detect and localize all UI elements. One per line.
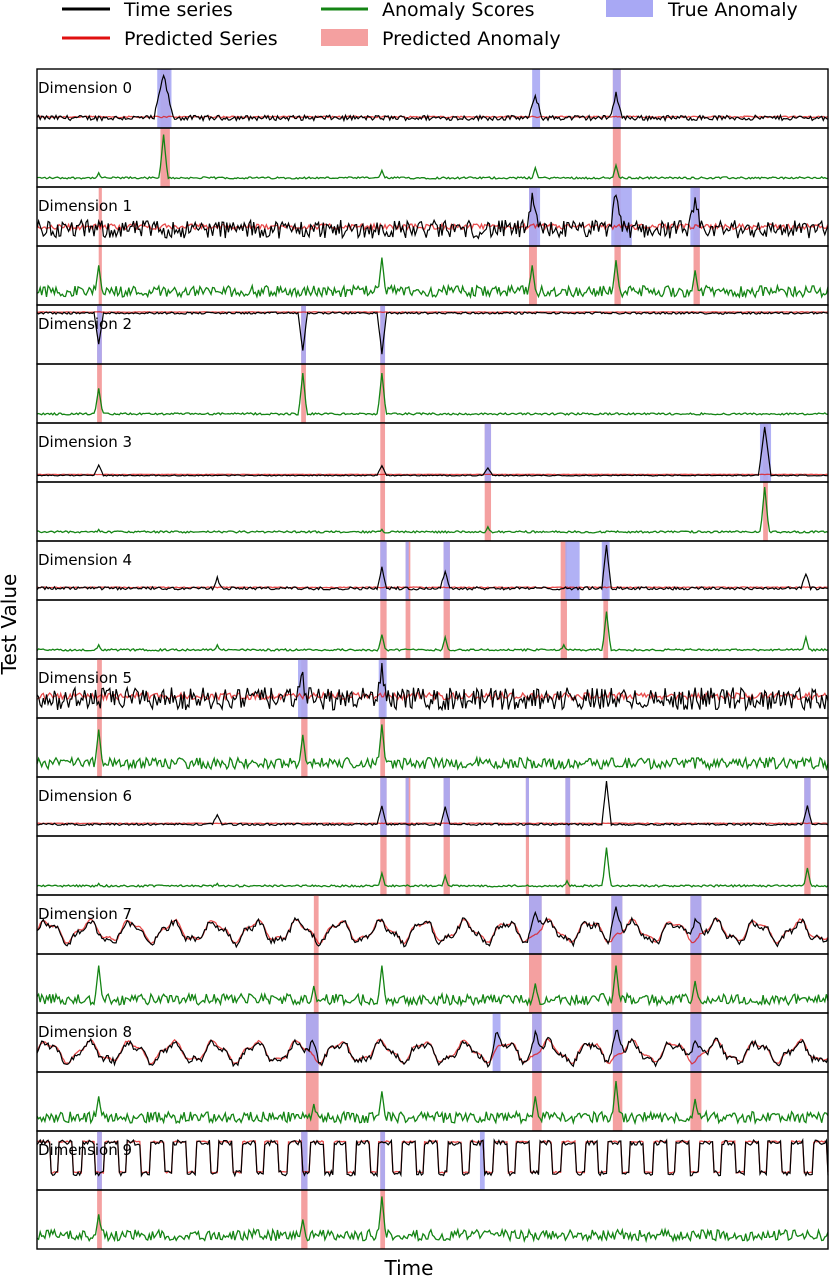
dimension-9-group: Dimension 9 — [36, 1130, 829, 1250]
dim6-anomaly-scores — [36, 847, 829, 888]
dim5-label: Dimension 5 — [38, 669, 132, 687]
dim4-true-anomaly-1 — [405, 541, 409, 600]
dimension-8-group: Dimension 8 — [36, 1012, 829, 1132]
dim6-true-anomaly-4 — [565, 777, 571, 836]
dim9-score-frame — [36, 1189, 829, 1250]
dim5-series-predicted-anomaly-0 — [97, 659, 102, 718]
dim4-score-predicted-anomaly-0 — [380, 600, 387, 659]
dim5-series-frame — [36, 658, 829, 719]
dimension-0-group: Dimension 0 — [36, 68, 829, 188]
dimension-7-group: Dimension 7 — [36, 894, 829, 1014]
dim5-anomaly-scores — [36, 724, 829, 772]
dim3-series-frame — [36, 422, 829, 483]
legend-label-predicted-anomaly: Predicted Anomaly — [382, 28, 561, 50]
dim6-true-anomaly-1 — [405, 777, 409, 836]
dim1-true-anomaly-1 — [611, 187, 632, 246]
dim9-true-anomaly-2 — [380, 1131, 386, 1190]
dim6-time-series — [36, 781, 829, 827]
panels: Dimension 0 Dimension 1 Dimension 2 Dimensi… — [36, 68, 829, 1250]
dim1-label: Dimension 1 — [38, 197, 132, 215]
dimension-2-group: Dimension 2 — [36, 304, 829, 424]
dim5-time-series — [36, 662, 829, 712]
dim2-label: Dimension 2 — [38, 315, 132, 333]
dim8-score-predicted-anomaly-1 — [532, 1072, 542, 1131]
dim8-true-anomaly-0 — [305, 1013, 319, 1072]
dim8-score-frame — [36, 1071, 829, 1132]
dim6-score-predicted-anomaly-0 — [380, 836, 387, 895]
dim0-time-series — [36, 73, 829, 123]
dim2-true-anomaly-0 — [97, 305, 102, 364]
dim2-time-series — [36, 311, 829, 355]
dim9-series-frame — [36, 1130, 829, 1191]
dim1-anomaly-scores — [36, 257, 829, 300]
dim6-true-anomaly-2 — [443, 777, 450, 836]
dim2-anomaly-scores — [36, 373, 829, 416]
dim9-label: Dimension 9 — [38, 1141, 132, 1159]
dim4-true-anomaly-2 — [443, 541, 450, 600]
dim1-true-anomaly-0 — [529, 187, 541, 246]
dim7-score-frame — [36, 953, 829, 1014]
dim4-time-series — [36, 544, 829, 592]
dim7-score-predicted-anomaly-2 — [611, 954, 623, 1013]
dim4-label: Dimension 4 — [38, 551, 132, 569]
dimension-6-group: Dimension 6 — [36, 776, 829, 896]
dim3-time-series — [36, 426, 828, 477]
dim0-score-predicted-anomaly-1 — [612, 128, 621, 187]
legend-label-predicted-series: Predicted Series — [124, 28, 278, 50]
legend-swatch-predicted-anomaly — [321, 29, 368, 46]
legend-label-time-series: Time series — [123, 0, 233, 21]
dim6-true-anomaly-3 — [525, 777, 530, 836]
dim6-predicted-series — [36, 822, 829, 825]
dim6-series-frame — [36, 776, 829, 837]
dim9-true-anomaly-0 — [97, 1131, 102, 1190]
dim7-series-frame — [36, 894, 829, 955]
dim8-label: Dimension 8 — [38, 1023, 132, 1041]
dim8-score-predicted-anomaly-0 — [305, 1072, 319, 1131]
legend-label-true-anomaly: True Anomaly — [667, 0, 798, 21]
dimension-1-group: Dimension 1 — [36, 186, 829, 306]
dim4-anomaly-scores — [36, 611, 829, 652]
multivariate-anomaly-chart: Time series Predicted Series Anomaly Sco… — [0, 0, 829, 1280]
dimension-3-group: Dimension 3 — [36, 422, 829, 542]
dim8-anomaly-scores — [36, 1081, 829, 1126]
dim4-series-frame — [36, 540, 829, 601]
dim4-true-anomaly-3 — [565, 541, 580, 600]
dim1-time-series — [36, 192, 829, 240]
dim2-predicted-series — [36, 311, 829, 314]
dim3-true-anomaly-0 — [484, 423, 492, 482]
dim1-series-predicted-anomaly-0 — [98, 187, 102, 246]
dim0-label: Dimension 0 — [38, 79, 132, 97]
dim9-anomaly-scores — [36, 1196, 829, 1244]
legend: Time series Predicted Series Anomaly Sco… — [62, 0, 798, 50]
dim3-anomaly-scores — [36, 486, 829, 534]
dimension-5-group: Dimension 5 — [36, 658, 829, 778]
dim1-series-frame — [36, 186, 829, 247]
dim0-anomaly-scores — [36, 134, 829, 180]
dim9-predicted-series — [36, 1139, 829, 1175]
dim9-time-series — [36, 1137, 829, 1178]
dim5-true-anomaly-0 — [298, 659, 308, 718]
dim8-series-frame — [36, 1012, 829, 1073]
dim7-anomaly-scores — [36, 965, 829, 1008]
y-axis-label: Test Value — [0, 574, 21, 676]
dim7-label: Dimension 7 — [38, 905, 132, 923]
dim6-score-predicted-anomaly-5 — [804, 836, 811, 895]
legend-swatch-true-anomaly — [606, 0, 653, 17]
dim3-label: Dimension 3 — [38, 433, 132, 451]
dim8-time-series — [36, 1029, 829, 1068]
dim4-score-predicted-anomaly-3 — [560, 600, 567, 659]
dimension-4-group: Dimension 4 — [36, 540, 829, 660]
dim6-label: Dimension 6 — [38, 787, 132, 805]
legend-label-anomaly-scores: Anomaly Scores — [382, 0, 535, 21]
dim3-series-predicted-anomaly-0 — [380, 423, 386, 482]
dim7-true-anomaly-0 — [529, 895, 542, 954]
x-axis-label: Time — [384, 1256, 434, 1280]
dim7-score-predicted-anomaly-0 — [313, 954, 319, 1013]
